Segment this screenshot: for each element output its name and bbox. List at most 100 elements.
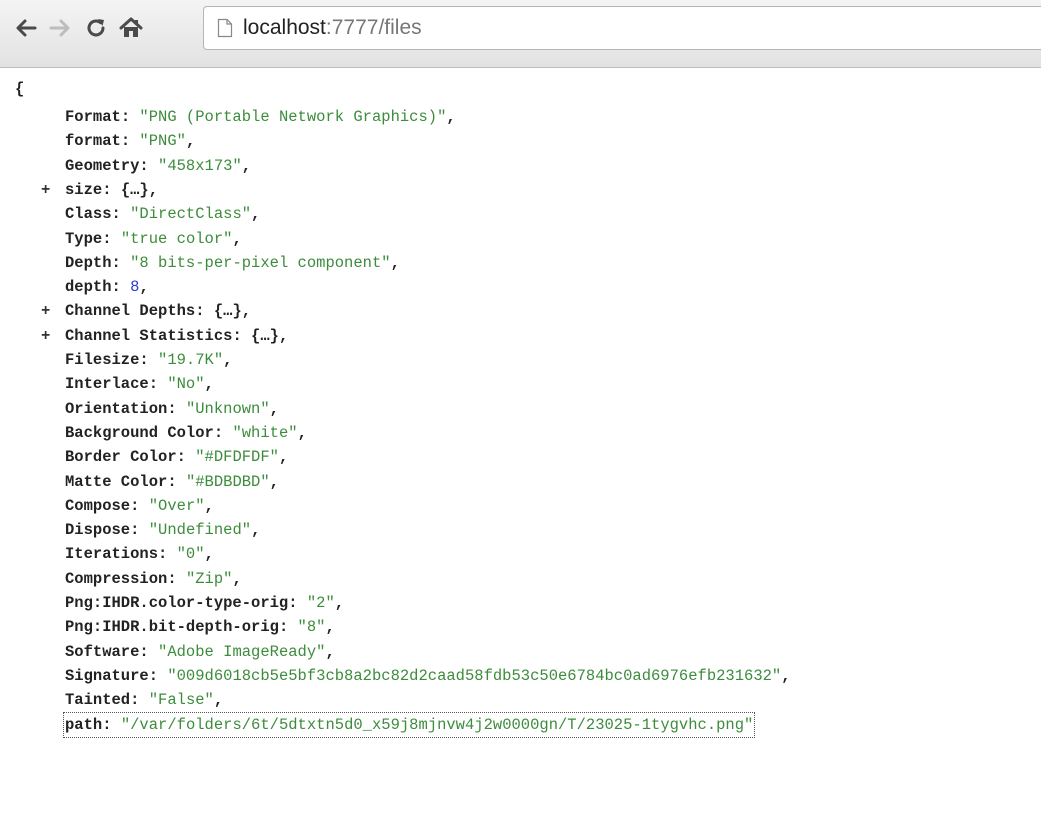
json-comma: , xyxy=(446,108,456,126)
json-comma: , xyxy=(269,472,279,491)
forward-arrow-icon xyxy=(49,19,70,37)
reload-button[interactable] xyxy=(82,14,110,42)
expand-toggle[interactable]: + xyxy=(41,325,55,347)
json-value: "No" xyxy=(167,375,205,394)
json-key: Interlace xyxy=(65,375,149,394)
json-key: Dispose xyxy=(65,521,131,540)
json-colon: : xyxy=(102,180,121,199)
json-key: Signature xyxy=(65,666,149,685)
json-colon: : xyxy=(232,326,252,345)
json-colon: : xyxy=(111,278,131,297)
json-comma: , xyxy=(232,569,242,588)
json-key: Geometry xyxy=(65,156,140,175)
json-colon: : xyxy=(102,229,121,248)
json-colon: : xyxy=(130,521,149,540)
json-colon: : xyxy=(167,569,186,588)
json-value: "Undefined" xyxy=(148,521,252,540)
json-value: "458x173" xyxy=(158,156,242,175)
json-row: Png:IHDR.bit-depth-orig: "8", xyxy=(65,616,335,638)
json-comma: , xyxy=(223,351,233,369)
json-comma: , xyxy=(213,691,224,710)
json-comma: , xyxy=(139,278,149,297)
json-key: Compose xyxy=(65,496,131,515)
json-value[interactable]: {…} xyxy=(121,181,149,199)
address-bar[interactable]: localhost:7777/files xyxy=(203,6,1041,50)
json-row: Type: "true color", xyxy=(65,228,242,250)
json-comma: , xyxy=(251,205,261,224)
json-row: depth: 8, xyxy=(65,276,149,298)
back-button[interactable] xyxy=(12,14,40,42)
json-value: "False" xyxy=(148,691,214,710)
json-row: Iterations: "0", xyxy=(65,543,214,565)
json-viewer: { Format: "PNG (Portable Network Graphic… xyxy=(0,74,1041,814)
json-row[interactable]: Channel Statistics: {…}, xyxy=(65,325,288,347)
json-colon: : xyxy=(167,399,186,418)
json-key: Png:IHDR.color-type-orig xyxy=(65,594,289,612)
json-key: size xyxy=(65,180,103,199)
json-value: "#DFDFDF" xyxy=(195,448,279,467)
json-colon: : xyxy=(102,715,121,734)
home-icon xyxy=(119,17,143,37)
json-value: "PNG (Portable Network Graphics)" xyxy=(139,108,447,126)
json-value: "#BDBDBD" xyxy=(185,472,270,491)
json-comma: , xyxy=(269,399,279,418)
json-colon: : xyxy=(176,448,196,467)
json-comma: , xyxy=(297,423,307,442)
json-key: Format xyxy=(65,108,121,126)
json-key: format xyxy=(65,132,121,151)
back-arrow-icon xyxy=(16,19,37,37)
json-row: Filesize: "19.7K", xyxy=(65,349,232,371)
json-value: "2" xyxy=(306,594,335,612)
json-value: "/var/folders/6t/5dtxtn5d0_x59j8mjnvw4j2… xyxy=(120,715,754,734)
json-comma: , xyxy=(334,594,345,612)
reload-icon xyxy=(87,19,105,37)
json-value: "Unknown" xyxy=(185,399,270,418)
json-key: path xyxy=(65,715,103,734)
json-comma: , xyxy=(185,132,196,151)
json-value: "0" xyxy=(176,545,205,564)
json-comma: , xyxy=(148,180,159,199)
json-value: "Adobe ImageReady" xyxy=(158,642,326,661)
json-value: "PNG" xyxy=(139,132,186,151)
url-text[interactable]: localhost:7777/files xyxy=(243,16,422,40)
json-value: "8" xyxy=(297,618,326,637)
json-key: Tainted xyxy=(65,691,131,710)
json-key: Border Color xyxy=(65,448,177,467)
json-row: Dispose: "Undefined", xyxy=(65,519,260,541)
json-row: Class: "DirectClass", xyxy=(65,203,260,225)
expand-toggle[interactable]: + xyxy=(41,300,55,322)
json-row: Orientation: "Unknown", xyxy=(65,398,279,420)
json-value: "009d6018cb5e5bf3cb8a2bc82d2caad58fdb53c… xyxy=(167,666,782,685)
json-row: Geometry: "458x173", xyxy=(65,155,251,177)
json-key: Compression xyxy=(65,569,168,588)
open-brace: { xyxy=(15,80,25,98)
json-row[interactable]: size: {…}, xyxy=(65,179,158,201)
json-value: "true color" xyxy=(120,229,233,248)
json-colon: : xyxy=(278,618,298,637)
json-colon: : xyxy=(130,496,149,515)
json-row: Format: "PNG (Portable Network Graphics)… xyxy=(65,106,456,128)
json-value[interactable]: {…} xyxy=(251,327,279,345)
json-colon: : xyxy=(139,642,159,661)
json-row: path: "/var/folders/6t/5dtxtn5d0_x59j8mj… xyxy=(62,711,756,738)
json-key: Iterations xyxy=(65,545,159,564)
json-value: "white" xyxy=(232,423,298,442)
json-comma: , xyxy=(204,545,214,564)
json-value[interactable]: {…} xyxy=(214,302,242,320)
json-colon: : xyxy=(148,666,168,685)
json-colon: : xyxy=(213,423,233,442)
json-row: Tainted: "False", xyxy=(65,689,223,711)
json-row[interactable]: Channel Depths: {…}, xyxy=(65,300,251,322)
json-colon: : xyxy=(195,302,214,321)
json-comma: , xyxy=(278,448,289,467)
json-row: Matte Color: "#BDBDBD", xyxy=(65,471,279,493)
json-colon: : xyxy=(111,253,131,272)
json-comma: , xyxy=(204,375,214,394)
expand-toggle[interactable]: + xyxy=(41,179,55,201)
json-comma: , xyxy=(390,253,400,272)
forward-button[interactable] xyxy=(46,14,74,42)
home-button[interactable] xyxy=(116,14,146,42)
json-key: Background Color xyxy=(65,423,214,442)
json-comma: , xyxy=(781,666,791,685)
json-comma: , xyxy=(204,496,214,515)
